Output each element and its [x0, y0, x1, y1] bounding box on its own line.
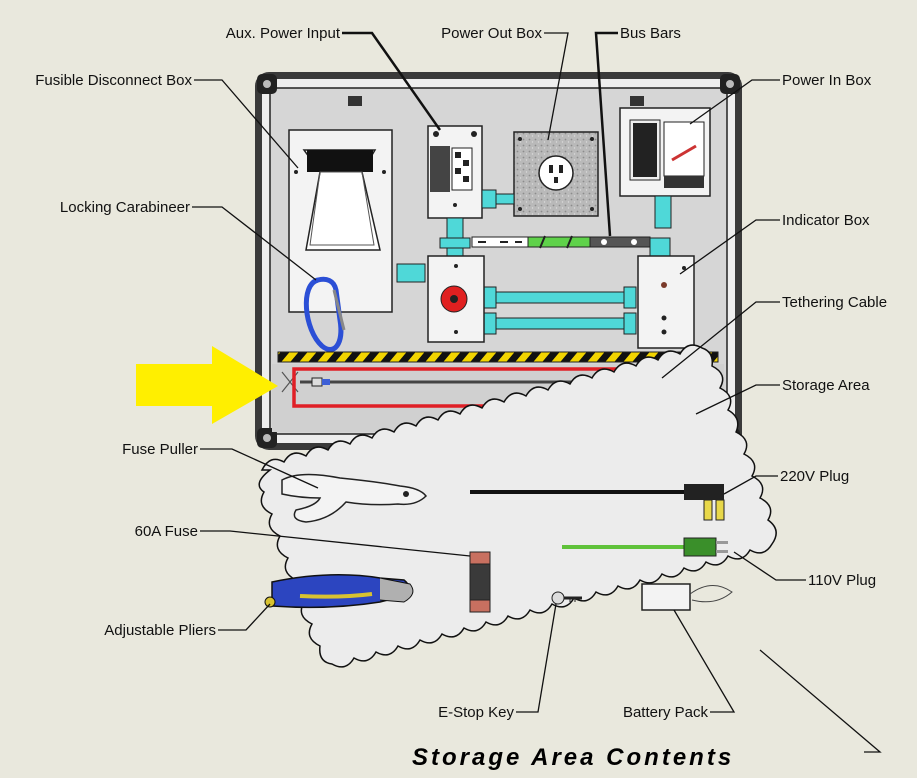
callout-110v-plug: 110V Plug [808, 572, 876, 589]
callout-power-out-box: Power Out Box [441, 25, 542, 42]
storage-layout-diagram: Aux. Power Input Power Out Box Bus Bars … [35, 25, 887, 753]
storage-contents-title: Storage Area Contents [412, 744, 735, 771]
callout-adjustable-pliers: Adjustable Pliers [104, 622, 216, 639]
callout-fusible-disconnect-box: Fusible Disconnect Box [35, 72, 192, 89]
callout-bus-bars: Bus Bars [620, 25, 681, 42]
power-in-box [619, 107, 711, 197]
estop-box [427, 255, 485, 343]
callout-aux-power-input: Aux. Power Input [226, 25, 341, 42]
battery-pack [641, 583, 733, 611]
power-out-box [513, 131, 599, 217]
callout-estop-key: E-Stop Key [438, 704, 514, 721]
callout-storage-area: Storage Area [782, 377, 870, 394]
fuse-60a [469, 551, 491, 613]
aux-power-input [427, 125, 483, 219]
callout-220v-plug: 220V Plug [780, 468, 849, 485]
callout-fuse-puller: Fuse Puller [122, 441, 198, 458]
callout-power-in-box: Power In Box [782, 72, 872, 89]
callout-indicator-box: Indicator Box [782, 212, 870, 229]
fusible-disconnect-box [288, 129, 393, 313]
callout-60a-fuse: 60A Fuse [135, 523, 198, 540]
callout-tethering-cable: Tethering Cable [782, 294, 887, 311]
callout-battery-pack: Battery Pack [623, 704, 709, 721]
callout-locking-carabineer: Locking Carabineer [60, 199, 190, 216]
bus-bars [471, 235, 651, 249]
